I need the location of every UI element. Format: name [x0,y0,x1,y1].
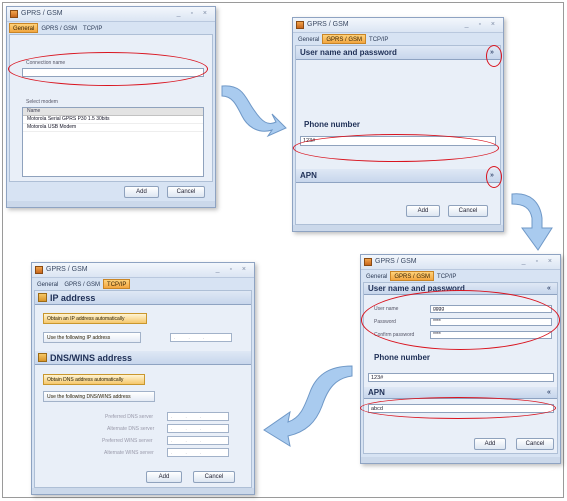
phone-number-label: Phone number [374,353,431,362]
app-icon [364,258,372,266]
cancel-button[interactable]: Cancel [167,186,205,198]
highlight-oval [361,290,560,350]
network-icon [38,293,47,302]
add-button[interactable]: Add [406,205,440,217]
flow-arrow-left [263,365,353,448]
title-bar: GPRS / GSM _ ▫ × [293,18,503,33]
modem-item[interactable]: Motorola Serial GPRS P30 1.5 30bits [23,116,203,124]
highlight-oval [293,134,499,162]
preferred-dns-field[interactable]: . . . [167,412,229,421]
dns-wins-title: DNS/WINS address [50,353,133,363]
title-bar: GPRS / GSM _ ▫ × [361,255,560,270]
phone-number-field[interactable]: 123# [368,373,554,382]
alternate-dns-field[interactable]: . . . [167,424,229,433]
window-title: GPRS / GSM [21,10,63,17]
highlight-oval [486,45,502,67]
title-bar: GPRS / GSM _ ▫ × [32,263,254,278]
tab-strip: General GPRS / GSM TCP/IP [361,270,560,281]
tab-tcpip[interactable]: TCP/IP [80,24,105,34]
ip-address-section-header[interactable]: IP address [35,291,251,305]
add-button[interactable]: Add [474,438,506,450]
window-tcpip: GPRS / GSM _ ▫ × General GPRS / GSM TCP/IP… [31,262,255,495]
window-title: GPRS / GSM [375,258,417,265]
obtain-dns-automatically-button[interactable]: Obtain DNS address automatically [43,374,145,385]
tab-general[interactable]: General [9,23,39,33]
window-gprs-gsm-empty: GPRS / GSM _ ▫ × General GPRS / GSM TCP/IP… [292,17,504,232]
tab-gprs-gsm[interactable]: GPRS / GSM [61,280,103,290]
tab-strip: General GPRS / GSM TCP/IP [32,278,254,289]
title-bar: GPRS / GSM _ ▫ × [7,7,215,22]
app-icon [35,266,43,274]
window-controls[interactable]: _ ▫ × [465,18,499,32]
window-gprs-gsm-filled: GPRS / GSM _ ▫ × General GPRS / GSM TCP/IP… [360,254,561,464]
status-bar [361,457,560,463]
flow-arrow-right [221,85,287,138]
tab-general[interactable]: General [363,272,390,282]
app-icon [10,10,18,18]
tab-tcpip[interactable]: TCP/IP [366,35,391,45]
modem-list-header[interactable]: Name [23,108,203,116]
modem-list[interactable]: Name Motorola Serial GPRS P30 1.5 30bits… [22,107,204,177]
apn-section-header[interactable]: APN [296,169,500,183]
highlight-oval [486,166,502,188]
status-bar [32,488,254,494]
tcpip-panel: IP address Obtain an IP address automati… [34,290,252,488]
modem-item[interactable]: Motorola USB Modem [23,124,203,132]
dns-row-label: Preferred DNS server [105,414,154,420]
window-controls[interactable]: _ ▫ × [522,255,556,269]
tab-gprs-gsm[interactable]: GPRS / GSM [390,271,435,281]
highlight-oval [8,52,208,86]
network-icon [38,353,47,362]
ip-address-title: IP address [50,293,96,303]
add-button[interactable]: Add [146,471,182,483]
tab-tcpip[interactable]: TCP/IP [434,272,459,282]
ip-address-field[interactable]: . . . [170,333,232,342]
dns-row-label: Preferred WINS server [102,438,153,444]
tab-strip: General GPRS / GSM TCP/IP [7,22,215,33]
window-title: GPRS / GSM [307,21,349,28]
collapse-icon[interactable]: « [547,389,551,396]
window-controls[interactable]: _ ▫ × [216,263,250,277]
window-title: GPRS / GSM [46,266,88,273]
preferred-wins-field[interactable]: . . . [167,436,229,445]
window-general: GPRS / GSM _ ▫ × General GPRS / GSM TCP/IP… [6,6,216,208]
app-icon [296,21,304,29]
add-button[interactable]: Add [124,186,159,198]
user-password-section-header[interactable]: User name and password [296,46,500,60]
window-controls[interactable]: _ ▫ × [177,7,211,21]
dns-wins-section-header[interactable]: DNS/WINS address [35,351,251,365]
obtain-ip-automatically-button[interactable]: Obtain an IP address automatically [43,313,147,324]
tab-general[interactable]: General [295,35,322,45]
use-following-dns-button[interactable]: Use the following DNS/WINS address [43,391,155,402]
collapse-icon[interactable]: « [547,285,551,292]
status-bar [293,225,503,231]
cancel-button[interactable]: Cancel [448,205,488,217]
dns-row-label: Alternate WINS server [104,450,154,456]
use-following-ip-button[interactable]: Use the following IP address [43,332,141,343]
tab-gprs-gsm[interactable]: GPRS / GSM [322,34,367,44]
phone-number-label: Phone number [304,120,361,129]
tab-gprs-gsm[interactable]: GPRS / GSM [38,24,80,34]
flow-arrow-down [511,193,553,251]
highlight-oval [360,397,556,419]
cancel-button[interactable]: Cancel [516,438,554,450]
status-bar [7,201,215,207]
select-modem-label: Select modem [26,99,58,105]
cancel-button[interactable]: Cancel [193,471,235,483]
tab-general[interactable]: General [34,280,61,290]
alternate-wins-field[interactable]: . . . [167,448,229,457]
dns-row-label: Alternate DNS server [107,426,155,432]
tab-tcpip[interactable]: TCP/IP [103,279,131,289]
tab-strip: General GPRS / GSM TCP/IP [293,33,503,44]
